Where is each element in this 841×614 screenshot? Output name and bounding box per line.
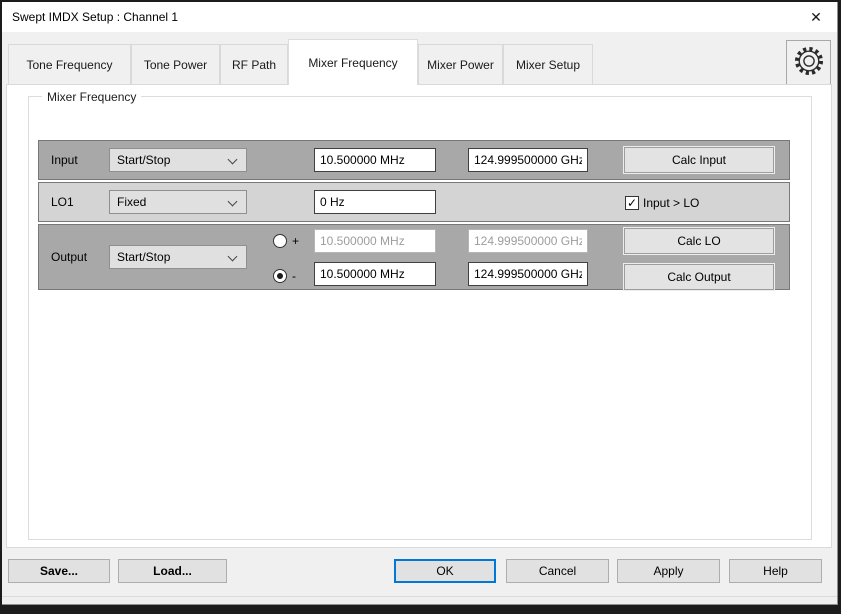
input-stop-field[interactable] bbox=[468, 148, 588, 172]
load-button[interactable]: Load... bbox=[118, 559, 227, 583]
output-plus-start-field bbox=[314, 229, 436, 253]
swept-imdx-setup-dialog: Swept IMDX Setup : Channel 1 ✕ Tone Freq… bbox=[2, 2, 838, 605]
calc-lo-button[interactable]: Calc LO bbox=[624, 228, 774, 254]
input-sweep-type-dropdown[interactable]: Start/Stop bbox=[109, 148, 247, 172]
calc-output-button[interactable]: Calc Output bbox=[624, 264, 774, 290]
lo1-value-field[interactable] bbox=[314, 190, 436, 214]
ok-button[interactable]: OK bbox=[394, 559, 496, 583]
input-gt-lo-label: Input > LO bbox=[643, 196, 699, 210]
output-minus-stop-field[interactable] bbox=[468, 262, 588, 286]
chevron-down-icon bbox=[228, 155, 238, 165]
gear-icon bbox=[792, 44, 826, 81]
help-button[interactable]: Help bbox=[729, 559, 822, 583]
cancel-button[interactable]: Cancel bbox=[506, 559, 609, 583]
chevron-down-icon bbox=[228, 252, 238, 262]
input-label: Input bbox=[51, 153, 78, 167]
output-row: Output Start/Stop + - Calc LO Calc Outpu… bbox=[38, 224, 790, 290]
input-sweep-type-value: Start/Stop bbox=[117, 153, 170, 167]
checkbox-checked-icon[interactable]: ✓ bbox=[625, 196, 639, 210]
output-minus-radio-group[interactable]: - bbox=[273, 269, 296, 283]
tab-mixer-frequency[interactable]: Mixer Frequency bbox=[288, 39, 418, 85]
radio-unselected-icon[interactable] bbox=[273, 234, 287, 248]
window-title: Swept IMDX Setup : Channel 1 bbox=[12, 2, 178, 32]
titlebar: Swept IMDX Setup : Channel 1 ✕ bbox=[2, 2, 837, 32]
input-row: Input Start/Stop Calc Input bbox=[38, 140, 790, 180]
lo1-label: LO1 bbox=[51, 195, 74, 209]
input-gt-lo-checkbox-group[interactable]: ✓ Input > LO bbox=[625, 196, 699, 210]
tab-tone-frequency[interactable]: Tone Frequency bbox=[8, 44, 131, 84]
output-plus-label: + bbox=[292, 234, 299, 248]
calc-input-button[interactable]: Calc Input bbox=[624, 147, 774, 173]
tab-mixer-setup[interactable]: Mixer Setup bbox=[503, 44, 593, 84]
output-plus-stop-field bbox=[468, 229, 588, 253]
chevron-down-icon bbox=[228, 197, 238, 207]
input-start-field[interactable] bbox=[314, 148, 436, 172]
output-plus-radio-group[interactable]: + bbox=[273, 234, 299, 248]
output-minus-label: - bbox=[292, 269, 296, 283]
close-icon[interactable]: ✕ bbox=[799, 2, 833, 32]
tab-mixer-power[interactable]: Mixer Power bbox=[418, 44, 503, 84]
tab-tone-power[interactable]: Tone Power bbox=[131, 44, 220, 84]
apply-button[interactable]: Apply bbox=[617, 559, 720, 583]
radio-selected-icon[interactable] bbox=[273, 269, 287, 283]
save-button[interactable]: Save... bbox=[8, 559, 110, 583]
output-sweep-type-value: Start/Stop bbox=[117, 250, 170, 264]
lo1-sweep-type-dropdown[interactable]: Fixed bbox=[109, 190, 247, 214]
lo1-row: LO1 Fixed ✓ Input > LO bbox=[38, 182, 790, 222]
output-sweep-type-dropdown[interactable]: Start/Stop bbox=[109, 245, 247, 269]
output-minus-start-field[interactable] bbox=[314, 262, 436, 286]
footer-divider bbox=[2, 596, 837, 597]
settings-button[interactable] bbox=[786, 40, 831, 85]
tab-rf-path[interactable]: RF Path bbox=[220, 44, 288, 84]
lo1-sweep-type-value: Fixed bbox=[117, 195, 146, 209]
groupbox-title: Mixer Frequency bbox=[42, 90, 141, 104]
output-label: Output bbox=[51, 250, 87, 264]
